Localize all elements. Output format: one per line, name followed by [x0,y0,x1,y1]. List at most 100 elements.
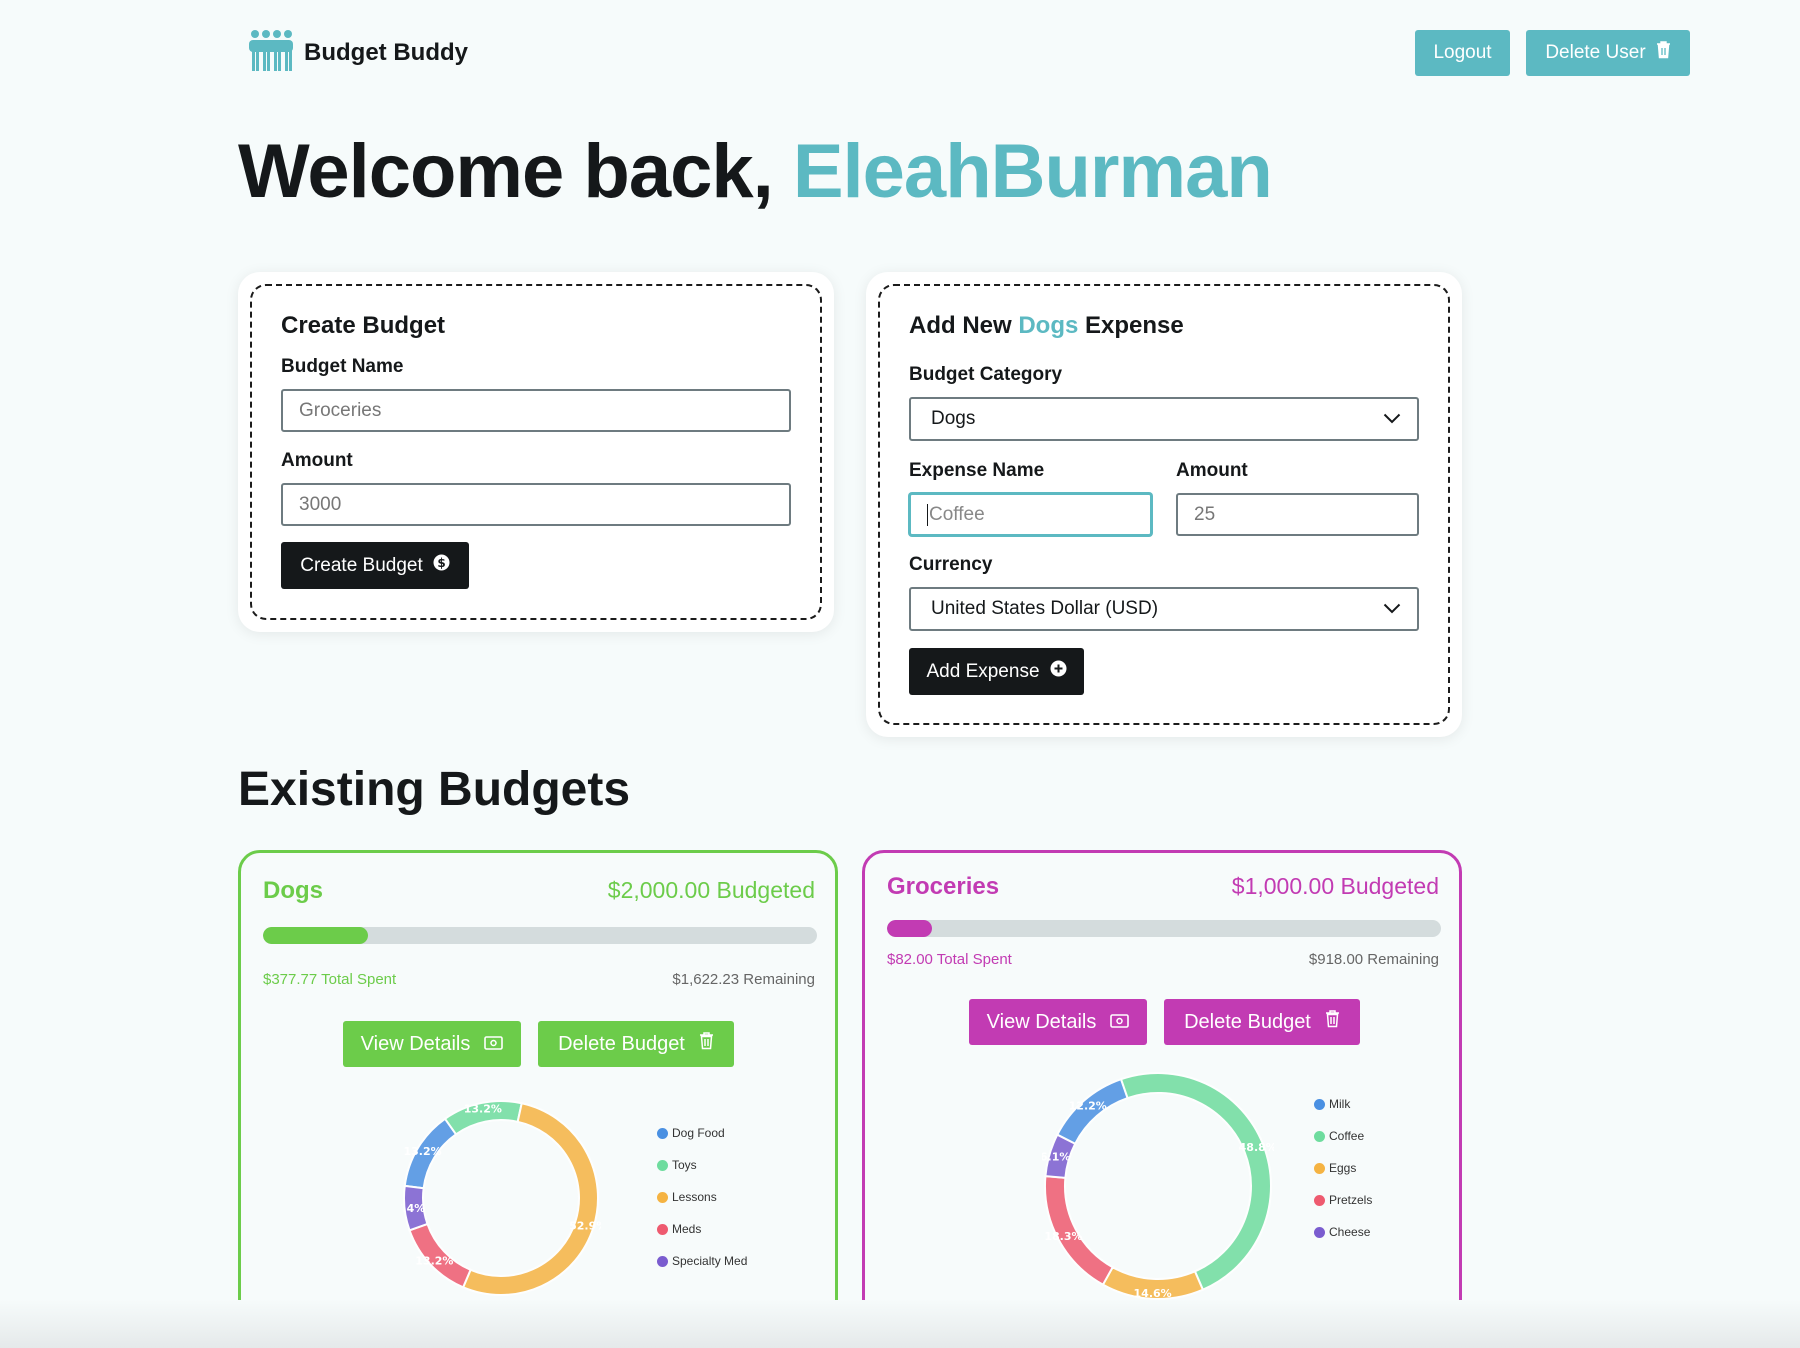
budget-card-dogs: Dogs $2,000.00 Budgeted $377.77 Total Sp… [238,850,838,1326]
total-spent: $377.77 Total Spent [263,971,397,988]
legend-label: Milk [1329,1097,1351,1111]
people-logo-icon [248,29,294,78]
page-bottom-fade [0,1300,1800,1348]
budget-amount-input[interactable]: 3000 [281,483,791,526]
add-expense-title-category: Dogs [1018,312,1079,339]
legend-label: Specialty Med [672,1254,748,1268]
legend-item[interactable]: Eggs [1314,1152,1372,1184]
slice-value-label: 48.8% [1239,1141,1274,1154]
legend-label: Toys [672,1158,697,1172]
plus-circle-icon [1050,660,1067,683]
slice-value-label: 14.6% [1134,1287,1172,1300]
currency-value: United States Dollar (USD) [931,598,1159,619]
delete-budget-button[interactable]: Delete Budget [538,1021,734,1067]
budget-name-label: Budget Name [281,356,404,377]
budget-name-placeholder: Groceries [299,399,382,421]
legend-label: Cheese [1329,1225,1371,1239]
slice-coffee[interactable] [1119,1072,1272,1292]
add-expense-label: Add Expense [926,660,1040,682]
legend-label: Eggs [1329,1161,1357,1175]
welcome-heading: Welcome back, EleahBurman [238,128,1273,215]
add-expense-button[interactable]: Add Expense [909,648,1084,695]
create-budget-label: Create Budget [300,554,423,576]
create-budget-card: Create Budget Budget Name Groceries Amou… [238,272,834,632]
legend-label: Meds [672,1222,702,1236]
slice-value-label: 12.2% [1069,1099,1107,1112]
expense-donut-chart: 12.2% 48.8% 14.6% 18.3% 6.1% [1042,1072,1274,1300]
legend-item[interactable]: Cheese [1314,1216,1372,1248]
legend-swatch [657,1127,668,1139]
delete-budget-label: Delete Budget [558,1032,685,1055]
legend-swatch [1314,1162,1325,1174]
slice-value-label: 13.2% [403,1145,441,1158]
budget-progress-fill [263,927,369,944]
delete-budget-button[interactable]: Delete Budget [1164,999,1360,1045]
trash-icon [1656,41,1671,65]
chevron-down-icon [1383,598,1401,620]
slice-value-label: 52.9% [569,1220,601,1233]
legend-item[interactable]: Dog Food [657,1117,747,1149]
budget-progress-fill [887,920,933,937]
expense-amount-label: Amount [1176,460,1248,481]
delete-user-button[interactable]: Delete User [1526,30,1690,76]
app-name: Budget Buddy [304,39,468,66]
existing-budgets-title: Existing Budgets [238,763,631,816]
currency-select[interactable]: United States Dollar (USD) [909,587,1419,631]
currency-label: Currency [909,554,993,575]
legend-swatch [1314,1226,1325,1238]
legend-label: Coffee [1329,1129,1365,1143]
chart-legend: Milk Coffee Eggs Pretzels Cheese [1314,1088,1372,1248]
slice-value-label: 13.2% [415,1255,453,1268]
legend-item[interactable]: Specialty Med [657,1245,747,1277]
legend-label: Pretzels [1329,1193,1373,1207]
legend-item[interactable]: Pretzels [1314,1184,1372,1216]
dollar-circle-icon: $ [433,554,450,577]
view-details-label: View Details [360,1032,471,1055]
slice-value-label: 6.1% [1042,1150,1070,1163]
legend-label: Lessons [672,1190,717,1204]
expense-name-label: Expense Name [909,460,1045,481]
legend-swatch [1314,1130,1325,1142]
budget-progress-bar [887,920,1441,937]
legend-swatch [657,1191,668,1203]
view-details-button[interactable]: View Details [969,999,1147,1045]
slice-lessons[interactable] [461,1102,599,1296]
legend-item[interactable]: Milk [1314,1088,1372,1120]
logout-button[interactable]: Logout [1415,30,1510,76]
add-expense-title-prefix: Add New [909,312,1012,339]
budget-amount: $1,000.00 Budgeted [1231,873,1439,899]
create-budget-title: Create Budget [281,312,446,339]
legend-item[interactable]: Coffee [1314,1120,1372,1152]
logout-label: Logout [1433,42,1492,63]
remaining: $918.00 Remaining [1308,951,1439,968]
budget-category-select[interactable]: Dogs [909,397,1419,441]
expense-name-placeholder: Coffee [929,503,985,525]
budget-amount-placeholder: 3000 [299,493,342,515]
welcome-prefix: Welcome back, [238,129,774,214]
expense-amount-input[interactable]: 25 [1176,493,1419,536]
legend-item[interactable]: Meds [657,1213,747,1245]
expense-donut-chart: 13.2% 13.2% 52.9% 13.2% 7.4% [401,1100,601,1296]
remaining: $1,622.23 Remaining [672,971,815,988]
expense-amount-placeholder: 25 [1194,503,1216,525]
view-details-button[interactable]: View Details [343,1021,521,1067]
legend-swatch [1314,1194,1325,1206]
brand[interactable]: Budget Buddy [248,28,468,78]
add-expense-card: Add New Dogs Expense Budget Category Dog… [866,272,1462,737]
legend-item[interactable]: Lessons [657,1181,747,1213]
legend-item[interactable]: Toys [657,1149,747,1181]
text-cursor [927,503,928,526]
legend-swatch [657,1255,668,1267]
expense-name-input[interactable]: Coffee [909,493,1152,536]
budget-name-input[interactable]: Groceries [281,389,791,432]
budget-category-value: Dogs [931,408,976,429]
delete-budget-label: Delete Budget [1184,1010,1311,1033]
slice-value-label: 13.2% [464,1102,502,1115]
budget-name: Dogs [263,877,323,904]
create-budget-button[interactable]: Create Budget $ [281,542,469,589]
view-details-label: View Details [986,1010,1097,1033]
slice-value-label: 18.3% [1044,1230,1082,1243]
budget-category-label: Budget Category [909,364,1063,385]
delete-user-label: Delete User [1545,42,1646,63]
trash-icon [699,1032,714,1056]
